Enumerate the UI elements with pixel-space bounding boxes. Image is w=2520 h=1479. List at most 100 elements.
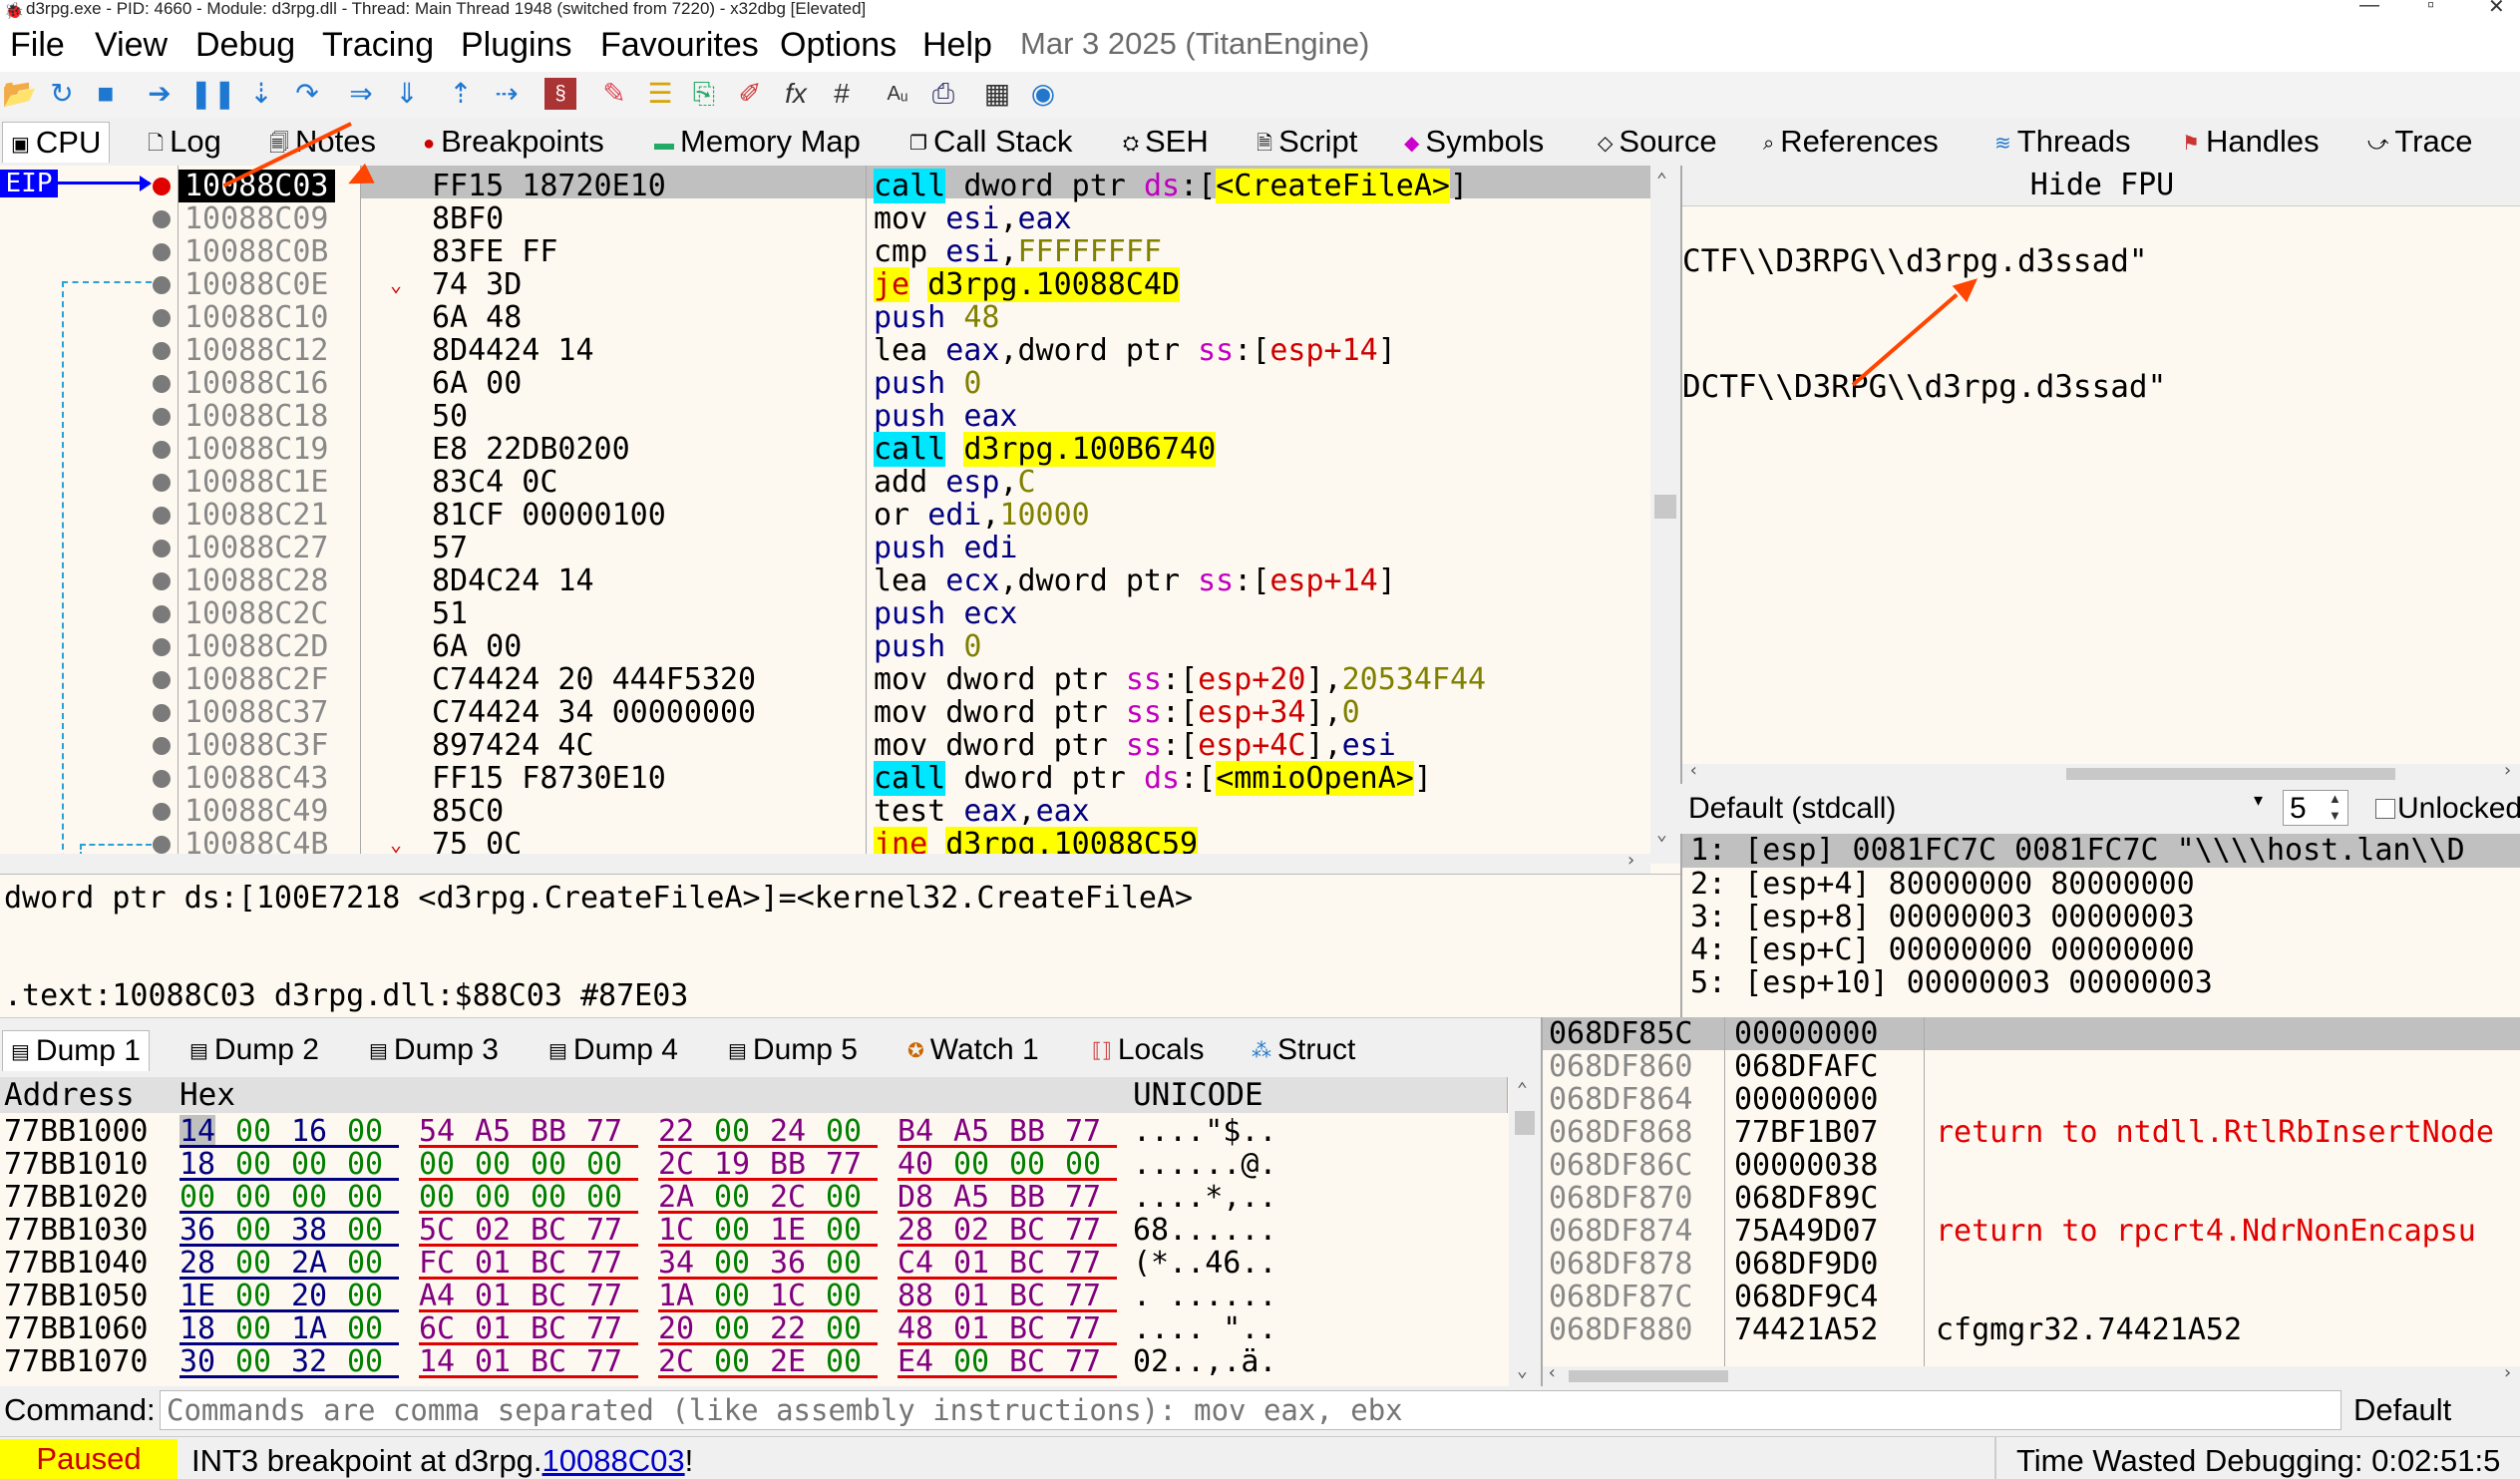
dump-scroll-thumb[interactable] xyxy=(1515,1111,1535,1135)
disasm-instruction[interactable]: call dword ptr ds:[<CreateFileA>] xyxy=(874,169,1468,203)
disasm-address[interactable]: 10088C27 xyxy=(184,532,329,564)
dump-unicode[interactable]: 02..,.ä. xyxy=(1133,1345,1277,1378)
disasm-bytes[interactable]: 51 xyxy=(432,597,468,630)
tab-threads[interactable]: ≋ Threads xyxy=(1994,122,2131,162)
disasm-address[interactable]: 10088C18 xyxy=(184,400,329,433)
open-icon[interactable]: 📂 xyxy=(2,78,37,110)
chevron-down-icon[interactable]: ▾ xyxy=(2254,790,2263,811)
hex-byte[interactable]: BC xyxy=(1009,1345,1045,1378)
disasm-instruction[interactable]: add esp,C xyxy=(874,466,1036,499)
minimize-icon[interactable]: — xyxy=(2359,0,2379,17)
stack-value[interactable]: 00000038 xyxy=(1734,1149,1879,1182)
hex-byte[interactable]: 77 xyxy=(586,1115,622,1148)
functions-icon[interactable]: fx xyxy=(780,78,812,110)
menu-file[interactable]: File xyxy=(10,26,65,65)
scroll-right-icon[interactable]: › xyxy=(2502,760,2513,781)
hex-byte[interactable]: 00 xyxy=(235,1345,271,1378)
tab-watch-1[interactable]: ✪ Watch 1 xyxy=(907,1030,1039,1070)
disasm-address[interactable]: 10088C03 xyxy=(179,170,335,202)
breakpoint-dot-icon[interactable] xyxy=(153,803,171,821)
breakpoint-dot-icon[interactable] xyxy=(153,408,171,426)
tab-references[interactable]: ⌕ References xyxy=(1763,122,1939,162)
hex-byte[interactable]: 77 xyxy=(1065,1181,1101,1214)
scroll-left-icon[interactable]: ‹ xyxy=(1688,760,1699,781)
hex-byte[interactable]: BC xyxy=(531,1345,566,1378)
menu-view[interactable]: View xyxy=(95,26,168,65)
breakpoint-dot-icon[interactable] xyxy=(153,309,171,327)
dump-vertical-scrollbar[interactable]: ⌃ ⌄ xyxy=(1509,1077,1541,1386)
stack-address[interactable]: 068DF860 xyxy=(1549,1050,1693,1083)
trace-over-icon[interactable]: ⇓ xyxy=(391,78,423,110)
scroll-down-icon[interactable]: ⌄ xyxy=(1517,1360,1528,1381)
stack-address[interactable]: 068DF880 xyxy=(1549,1313,1693,1346)
stack-value[interactable]: 74421A52 xyxy=(1734,1313,1879,1346)
menu-favourites[interactable]: Favourites xyxy=(600,26,759,65)
hex-byte[interactable]: 18 xyxy=(180,1148,215,1181)
hex-byte[interactable]: 1C xyxy=(658,1214,694,1247)
disasm-instruction[interactable]: mov dword ptr ss:[esp+4C],esi xyxy=(874,729,1396,762)
dump-address[interactable]: 77BB1030 xyxy=(4,1214,149,1247)
disasm-bytes[interactable]: 57 xyxy=(432,532,468,564)
hex-byte[interactable]: 01 xyxy=(475,1247,511,1280)
hex-byte[interactable]: 2E xyxy=(770,1345,806,1378)
hex-byte[interactable]: 2C xyxy=(658,1345,694,1378)
hex-byte[interactable]: BC xyxy=(531,1214,566,1247)
breakpoint-dot-icon[interactable] xyxy=(153,243,171,261)
hex-byte[interactable]: 00 xyxy=(586,1148,622,1181)
hex-byte[interactable]: 00 xyxy=(347,1148,383,1181)
hex-byte[interactable]: 00 xyxy=(235,1148,271,1181)
calculator-icon[interactable]: ▦ xyxy=(981,78,1013,110)
tab-call-stack[interactable]: ❐ Call Stack xyxy=(909,122,1072,162)
disasm-address[interactable]: 10088C16 xyxy=(184,367,329,400)
unlocked-checkbox[interactable] xyxy=(2375,799,2395,819)
hex-byte[interactable]: 36 xyxy=(770,1247,806,1280)
hex-byte[interactable]: 38 xyxy=(291,1214,327,1247)
hex-byte[interactable]: 00 xyxy=(347,1247,383,1280)
hex-byte[interactable]: BB xyxy=(770,1148,806,1181)
tab-trace[interactable]: ⤻ Trace xyxy=(2367,122,2472,162)
disasm-address[interactable]: 10088C0B xyxy=(184,235,329,268)
hex-byte[interactable]: 00 xyxy=(347,1214,383,1247)
hex-byte[interactable]: 1E xyxy=(180,1280,215,1312)
disasm-bytes[interactable]: 83FE FF xyxy=(432,235,557,268)
dump-address[interactable]: 77BB1020 xyxy=(4,1181,149,1214)
hex-byte[interactable]: 00 xyxy=(714,1247,750,1280)
disasm-bytes[interactable]: 897424 4C xyxy=(432,729,594,762)
tab-seh[interactable]: ⛭ SEH xyxy=(1123,122,1209,162)
font-icon[interactable]: Aᵤ xyxy=(882,78,913,110)
disasm-bytes[interactable]: C74424 20 444F5320 xyxy=(432,663,756,696)
stack-horizontal-scrollbar[interactable]: ‹ › xyxy=(1543,1362,2520,1386)
trace-into-icon[interactable]: ⇒ xyxy=(345,78,377,110)
disasm-address[interactable]: 10088C2D xyxy=(184,630,329,663)
disasm-bytes[interactable]: 50 xyxy=(432,400,468,433)
hex-byte[interactable]: 77 xyxy=(586,1280,622,1312)
disasm-instruction[interactable]: je d3rpg.10088C4D xyxy=(874,267,1181,302)
hex-byte[interactable]: 00 xyxy=(235,1247,271,1280)
hex-byte[interactable]: 1A xyxy=(291,1312,327,1345)
hex-byte[interactable]: 24 xyxy=(770,1115,806,1148)
hex-byte[interactable]: BC xyxy=(1009,1214,1045,1247)
disasm-instruction[interactable]: mov esi,eax xyxy=(874,202,1072,235)
step-over-icon[interactable]: ↷ xyxy=(291,78,323,110)
disasm-address[interactable]: 10088C09 xyxy=(184,202,329,235)
hex-byte[interactable]: 1A xyxy=(658,1280,694,1312)
hex-byte[interactable]: BC xyxy=(1009,1280,1045,1312)
hex-byte[interactable]: 77 xyxy=(586,1345,622,1378)
disasm-address[interactable]: 10088C2F xyxy=(184,663,329,696)
disasm-instruction[interactable]: push 0 xyxy=(874,367,981,400)
registers-horizontal-scrollbar[interactable]: ‹ › xyxy=(1682,760,2520,784)
disasm-bytes[interactable]: 85C0 xyxy=(432,795,504,828)
hex-byte[interactable]: 48 xyxy=(898,1312,933,1345)
hex-byte[interactable]: 19 xyxy=(714,1148,750,1181)
dump-header-address[interactable]: Address xyxy=(0,1077,175,1113)
tab-script[interactable]: 🗎 Script xyxy=(1257,122,1357,162)
hex-byte[interactable]: A5 xyxy=(475,1115,511,1148)
disasm-instruction[interactable]: push edi xyxy=(874,532,1018,564)
disasm-bytes[interactable]: 8BF0 xyxy=(432,202,504,235)
hex-byte[interactable]: 00 xyxy=(826,1312,862,1345)
hex-byte[interactable]: 01 xyxy=(953,1247,989,1280)
hex-byte[interactable]: 00 xyxy=(953,1345,989,1378)
dump-unicode[interactable]: ....*,.. xyxy=(1133,1181,1277,1214)
breakpoint-dot-icon[interactable] xyxy=(153,770,171,788)
hex-byte[interactable]: BC xyxy=(531,1247,566,1280)
